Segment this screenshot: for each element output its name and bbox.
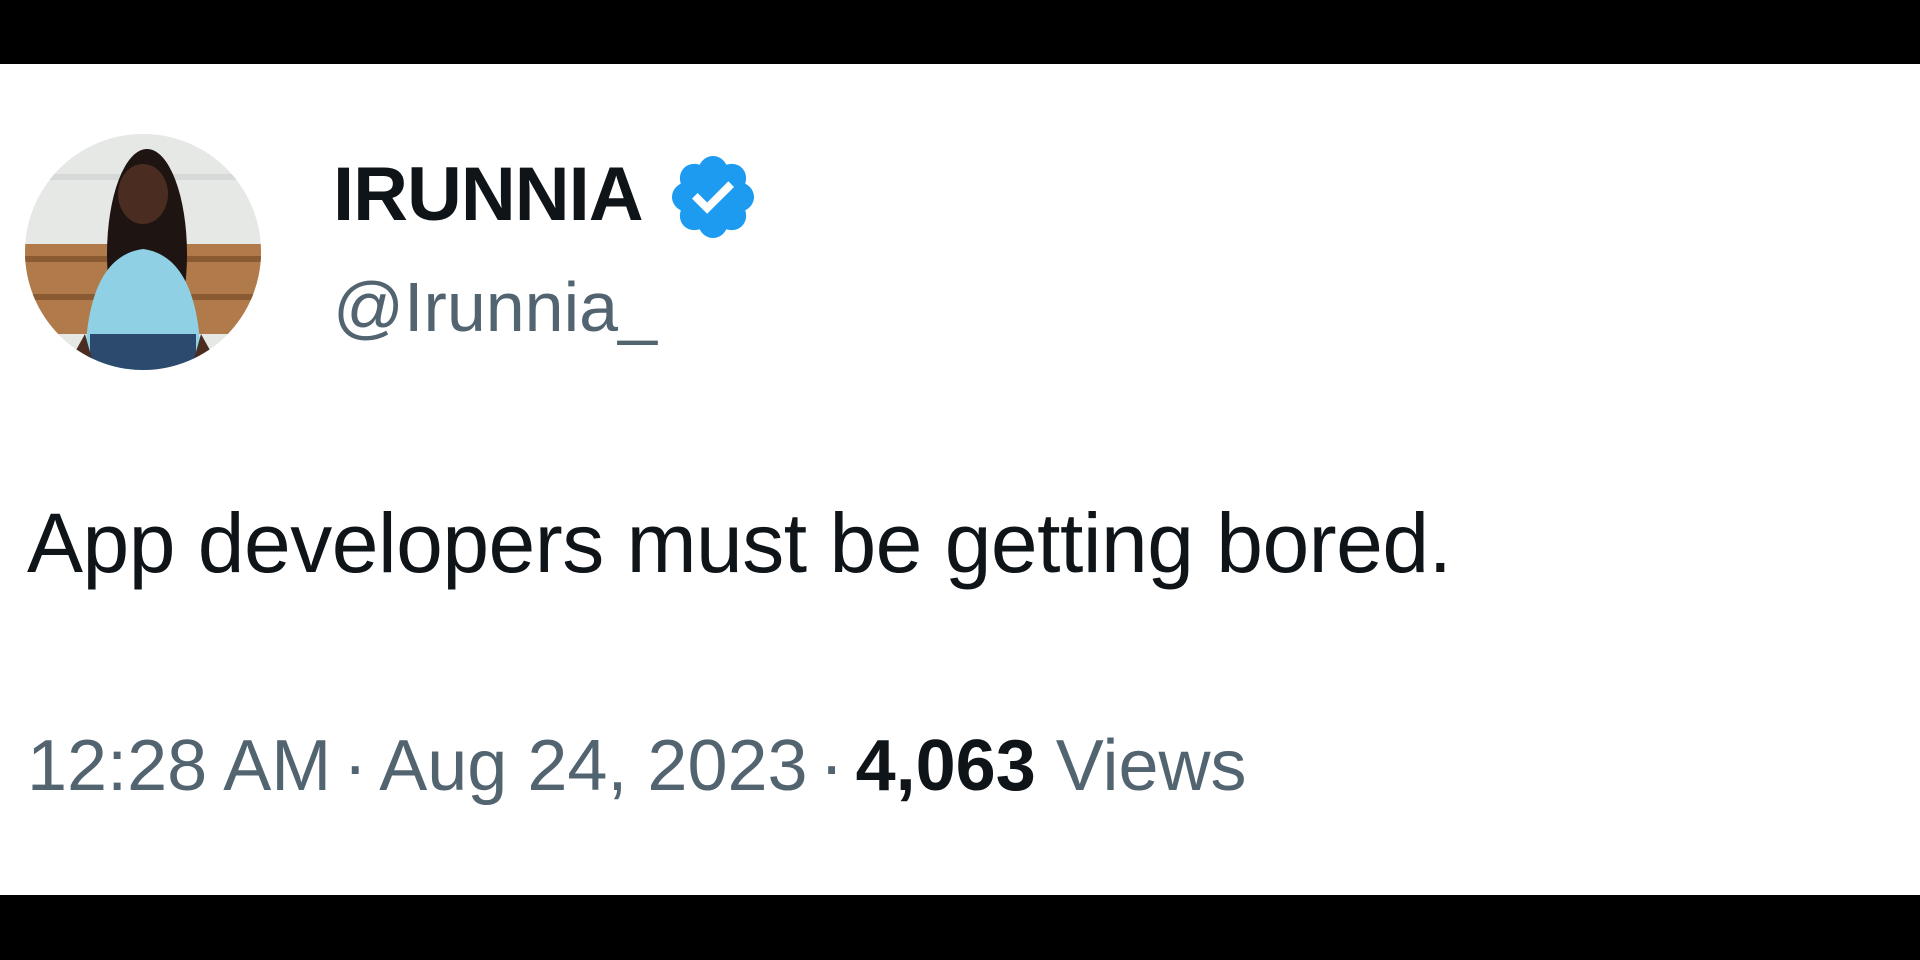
avatar[interactable] [25, 134, 261, 370]
views-label: Views [1055, 726, 1247, 806]
author-handle[interactable]: @Irunnia_ [333, 272, 657, 342]
views-count[interactable]: 4,063 [856, 726, 1036, 806]
verified-badge-icon[interactable] [665, 149, 761, 245]
tweet-date[interactable]: Aug 24, 2023 [379, 726, 807, 806]
avatar-image [25, 134, 261, 370]
meta-separator: · [819, 726, 844, 806]
author-display-name[interactable]: IRUNNIA [333, 157, 644, 233]
tweet-time[interactable]: 12:28 AM [27, 726, 331, 806]
tweet-card: IRUNNIA @Irunnia_ App developers must be… [0, 64, 1920, 895]
tweet-text: App developers must be getting bored. [27, 496, 1452, 590]
meta-separator: · [343, 726, 368, 806]
tweet-meta: 12:28 AM · Aug 24, 2023 · 4,063 Views [27, 730, 1247, 802]
author-name-row: IRUNNIA [333, 150, 761, 240]
letterbox-bottom [0, 895, 1920, 960]
letterbox-top [0, 0, 1920, 64]
